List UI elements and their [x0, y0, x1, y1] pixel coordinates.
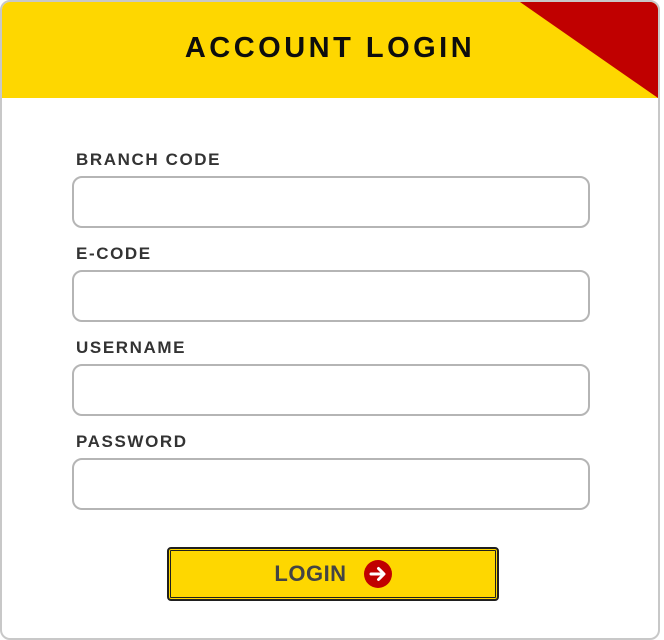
branch-code-input[interactable] [72, 176, 590, 228]
login-header: ACCOUNT LOGIN [2, 2, 658, 98]
arrow-right-circle-icon [363, 560, 392, 588]
login-button-label: LOGIN [274, 561, 347, 586]
username-input[interactable] [72, 364, 590, 416]
branch-code-label: BRANCH CODE [76, 150, 222, 169]
e-code-input[interactable] [72, 270, 590, 322]
login-button[interactable]: LOGIN [167, 547, 499, 601]
branch-code-field: BRANCH CODE [72, 150, 592, 228]
login-card: ACCOUNT LOGIN BRANCH CODE E-CODE USERNAM… [0, 0, 660, 640]
login-form: BRANCH CODE E-CODE USERNAME PASSWORD [72, 150, 592, 526]
e-code-field: E-CODE [72, 244, 592, 322]
page-title: ACCOUNT LOGIN [184, 32, 476, 64]
password-input[interactable] [72, 458, 590, 510]
username-label: USERNAME [76, 338, 187, 357]
password-label: PASSWORD [76, 432, 188, 451]
password-field: PASSWORD [72, 432, 592, 510]
username-field: USERNAME [72, 338, 592, 416]
e-code-label: E-CODE [76, 244, 152, 263]
